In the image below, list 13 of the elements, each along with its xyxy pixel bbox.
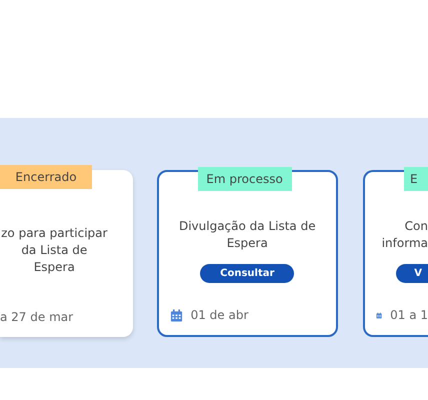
consult-button[interactable]: Consultar (200, 264, 294, 283)
status-badge: Encerrado (0, 165, 92, 189)
date-text: a 27 de mar (0, 310, 74, 324)
date-text: 01 a 1 (390, 308, 428, 322)
step-title: informa (382, 235, 428, 252)
date-text: 01 de abr (190, 308, 248, 322)
step-title: zo para participar da Lista de Espera (0, 225, 108, 276)
status-badge: Em processo (198, 167, 292, 191)
consult-button[interactable]: V (396, 264, 428, 283)
step-title: Con (404, 218, 428, 235)
step-title: Divulgação da Lista de Espera (178, 218, 317, 252)
status-badge: E (404, 167, 428, 191)
calendar-icon (170, 308, 183, 322)
